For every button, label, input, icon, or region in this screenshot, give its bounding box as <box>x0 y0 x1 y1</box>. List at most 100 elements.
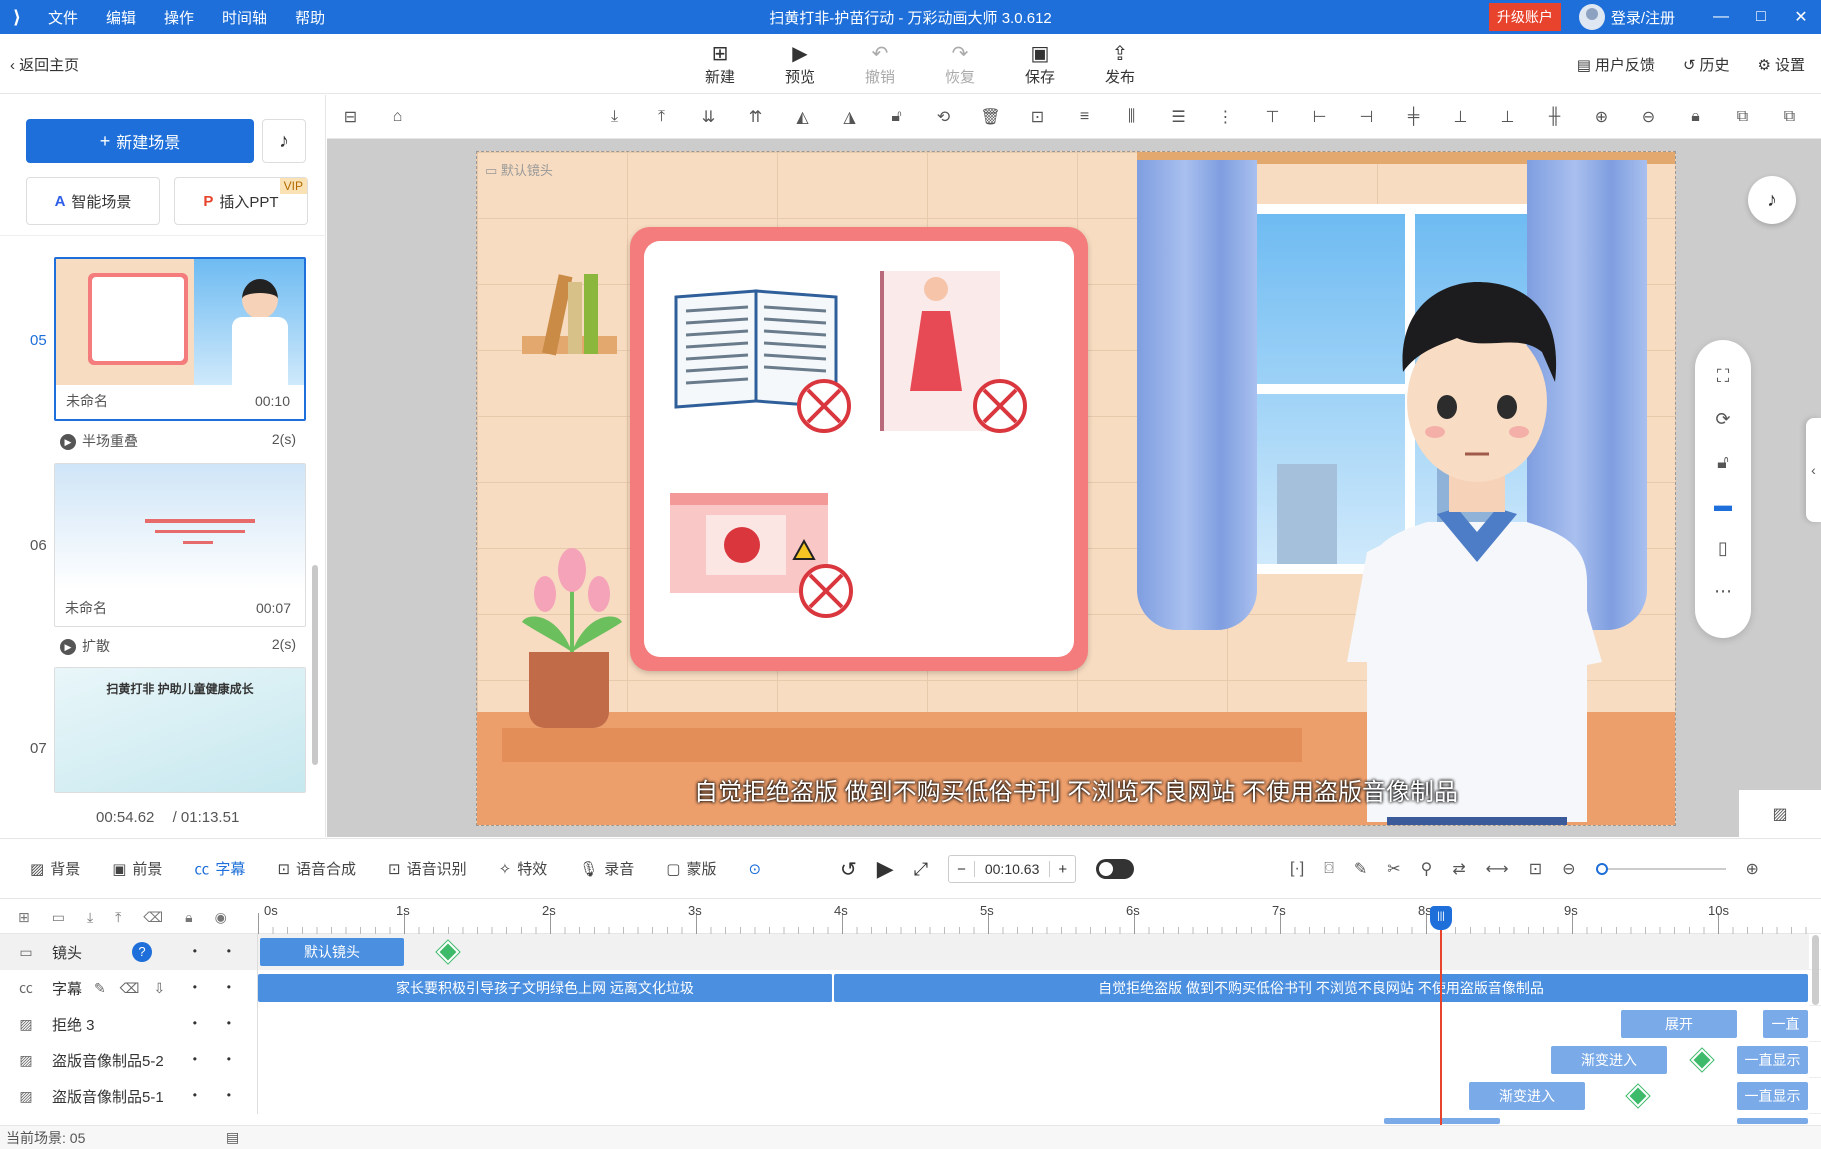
zoom-in-icon[interactable]: ⊕ <box>1746 859 1759 879</box>
bracket-icon[interactable]: [·] <box>1290 860 1304 878</box>
align-top-icon[interactable]: ⤒ <box>638 108 685 126</box>
time-ruler[interactable]: 0s 1s 2s 3s 4s 5s 6s 7s 8s 9s 10s <box>258 899 1809 935</box>
menu-file[interactable]: 文件 <box>34 7 92 28</box>
animation-clip[interactable]: 一直 <box>1763 1010 1808 1038</box>
zoom-slider-knob[interactable] <box>1595 863 1608 875</box>
move-up-icon[interactable]: ⇈ <box>732 107 779 127</box>
track-body[interactable]: 家长要积极引导孩子文明绿色上网 远离文化垃圾 自觉拒绝盗版 做到不购买低俗书刊 … <box>258 970 1809 1006</box>
folder-icon[interactable]: ▭ <box>52 909 65 926</box>
close-icon[interactable]: ✕ <box>1781 0 1821 34</box>
tab-record[interactable]: 🎙︎ 录音 <box>579 858 634 879</box>
home-icon[interactable]: ⌂ <box>374 108 421 126</box>
feedback-button[interactable]: ▤ 用户反馈 <box>1577 54 1655 75</box>
zoom-slider[interactable] <box>1595 863 1726 875</box>
background-music-icon[interactable]: ♪ <box>1748 176 1796 224</box>
replay-icon[interactable]: ↺ <box>840 857 857 882</box>
visibility-dot-icon[interactable]: • <box>193 944 197 958</box>
delete-icon[interactable]: ⌫ <box>143 909 163 926</box>
redo-button[interactable]: ↷ 恢复 <box>920 42 1000 87</box>
menu-edit[interactable]: 编辑 <box>92 7 150 28</box>
keyframe-add-icon[interactable] <box>1626 1084 1650 1108</box>
focus-icon[interactable]: ⊡ <box>1014 107 1061 127</box>
track-body[interactable]: 渐变进入 一直显示 <box>258 1042 1809 1078</box>
scene-transition[interactable]: ▶ 扩散 2(s) <box>60 636 296 656</box>
scene-card-06[interactable]: 未命名 00:07 <box>54 463 306 627</box>
ratio-icon[interactable]: ⊡ <box>1529 859 1542 879</box>
visibility-dot-icon[interactable]: • <box>193 1052 197 1066</box>
music-note-icon[interactable]: ♪ <box>262 119 306 163</box>
keyframe-add-icon[interactable] <box>1690 1048 1714 1072</box>
align-right-icon[interactable]: ⊣ <box>1343 107 1390 127</box>
distribute-h-icon[interactable]: ⫼ <box>1108 108 1155 126</box>
track-header[interactable]: ▭ 镜头 ? • • <box>0 934 258 970</box>
login-link[interactable]: 登录/注册 <box>1611 7 1675 28</box>
lock-dot-icon[interactable]: • <box>227 1088 231 1102</box>
align-bottom-icon[interactable]: ⤓ <box>591 108 638 126</box>
menu-help[interactable]: 帮助 <box>281 7 339 28</box>
align-top-line-icon[interactable]: ⊥ <box>1437 107 1484 127</box>
rotate-camera-icon[interactable]: ⟳ <box>1715 409 1730 430</box>
track-body[interactable]: 渐变进入 一直显示 <box>258 1078 1809 1114</box>
track-header[interactable]: ▨ 盗版音像制品5-2 • • <box>0 1042 258 1078</box>
screen-icon[interactable]: ▤ <box>226 1129 239 1146</box>
phone-icon[interactable]: ▯ <box>1718 538 1728 559</box>
menu-timeline[interactable]: 时间轴 <box>208 7 281 28</box>
tab-subtitle[interactable]: ㏄字幕 <box>194 858 245 879</box>
fit-width-icon[interactable]: ⟷ <box>1486 859 1509 879</box>
minimap-icon[interactable]: ▨ <box>1739 790 1821 837</box>
scene-canvas[interactable]: ▭ 默认镜头 自觉拒绝盗版 做到不购买低俗书刊 不浏览不良网站 不使用盗版音像制… <box>476 151 1676 826</box>
split-icon[interactable]: ✂ <box>1387 859 1400 879</box>
boy-character[interactable] <box>1327 242 1627 826</box>
keyframe-add-icon[interactable] <box>436 940 460 964</box>
smart-scene-button[interactable]: A 智能场景 <box>26 177 160 225</box>
new-scene-button[interactable]: + 新建场景 <box>26 119 254 163</box>
adjust-icon[interactable]: ⇄ <box>1452 859 1465 879</box>
subtitle-clip[interactable]: 家长要积极引导孩子文明绿色上网 远离文化垃圾 <box>258 974 833 1002</box>
fit-screen-icon[interactable]: ⛶ <box>1717 366 1730 387</box>
tab-mask[interactable]: ▢ 蒙版 <box>666 858 716 879</box>
lock-icon[interactable]: 🔒︎ <box>1672 108 1719 126</box>
lock-dot-icon[interactable]: • <box>227 980 231 994</box>
play-icon[interactable]: ▶ <box>877 856 894 882</box>
move-down-icon[interactable]: ⤓ <box>87 909 93 926</box>
align-left-icon[interactable]: ⊢ <box>1296 107 1343 127</box>
lock-icon[interactable]: 🔓︎ <box>873 108 920 126</box>
camera-icon[interactable]: ⌼ <box>1324 860 1334 878</box>
scene-card-05[interactable]: 未命名 00:10 <box>54 257 306 421</box>
visibility-dot-icon[interactable]: • <box>193 980 197 994</box>
animation-clip[interactable]: 展开 <box>1621 1010 1737 1038</box>
lock-dot-icon[interactable]: • <box>227 944 231 958</box>
playhead-handle[interactable]: ||| <box>1430 906 1452 930</box>
track-header[interactable]: ㏄ 字幕 ✎ ⌫ ⇩ • • <box>0 970 258 1006</box>
import-icon[interactable]: ⇩ <box>154 980 166 997</box>
rotate-icon[interactable]: ⟲ <box>920 107 967 127</box>
animation-clip[interactable]: 渐变进入 <box>1469 1082 1585 1110</box>
toggle-switch[interactable] <box>1096 859 1135 879</box>
zoom-in-icon[interactable]: ⊕ <box>1578 107 1625 127</box>
track-header[interactable]: ▨ 拒绝 3 • • <box>0 1006 258 1042</box>
align-bottom-line-icon[interactable]: ⊥ <box>1484 107 1531 127</box>
copy-icon[interactable]: ⧉ <box>1719 108 1766 126</box>
filter-icon[interactable]: ⚲ <box>1421 859 1433 879</box>
lock-dot-icon[interactable]: • <box>227 1016 231 1030</box>
move-up-icon[interactable]: ⤒ <box>115 909 121 926</box>
animation-clip[interactable] <box>1384 1118 1500 1124</box>
maximize-icon[interactable]: □ <box>1741 0 1781 34</box>
delete-icon[interactable]: 🗑︎ <box>967 107 1014 127</box>
move-down-icon[interactable]: ⇊ <box>685 107 732 127</box>
align-top-edge-icon[interactable]: ⊤ <box>1249 107 1296 127</box>
stage-subtitle[interactable]: 自觉拒绝盗版 做到不购买低俗书刊 不浏览不良网站 不使用盗版音像制品 <box>477 772 1675 807</box>
delete-icon[interactable]: ⌫ <box>120 980 140 997</box>
new-button[interactable]: ⊞ 新建 <box>680 42 760 87</box>
timeline-scrollbar[interactable] <box>1812 935 1819 1005</box>
visibility-dot-icon[interactable]: • <box>193 1016 197 1030</box>
increase-time-button[interactable]: + <box>1050 861 1075 878</box>
fullscreen-icon[interactable]: ⤢ <box>914 859 928 880</box>
tab-asr[interactable]: ⊡ 语音识别 <box>388 858 467 879</box>
warning-card[interactable] <box>630 227 1088 671</box>
ruler-icon[interactable]: ⊟ <box>327 107 374 127</box>
align-center-h-icon[interactable]: ≡ <box>1061 108 1108 126</box>
eye-icon[interactable]: ◉ <box>215 909 227 926</box>
distribute-v-icon[interactable]: ⋮ <box>1202 107 1249 127</box>
lock-icon[interactable]: 🔒︎ <box>185 909 192 926</box>
